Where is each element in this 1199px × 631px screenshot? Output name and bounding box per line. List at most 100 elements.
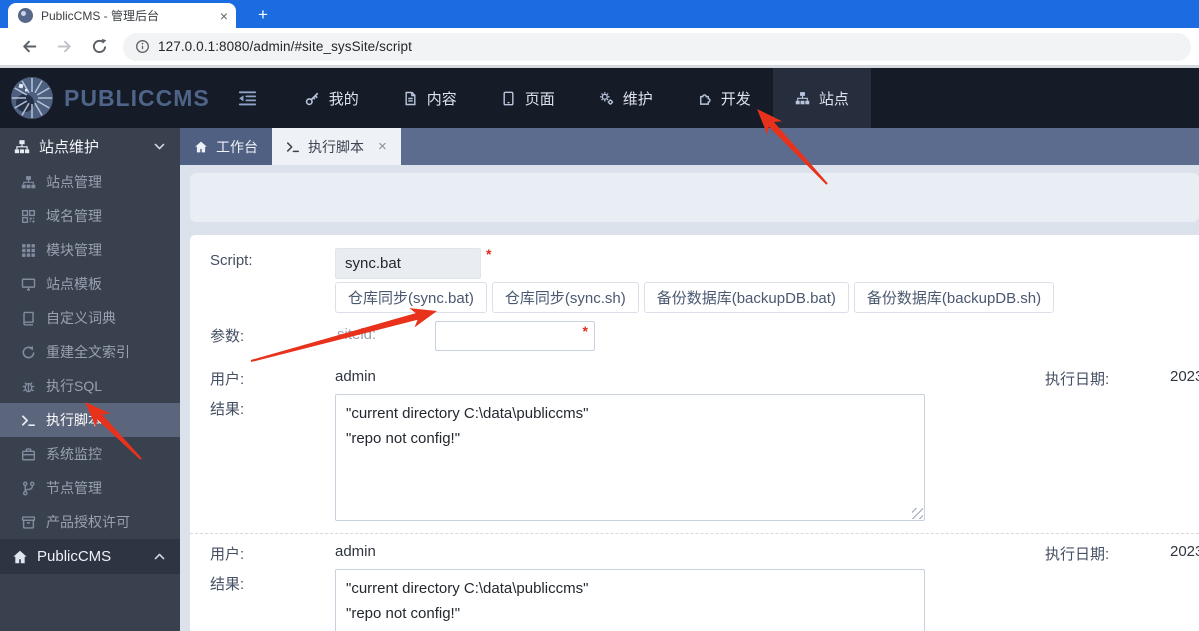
script-button-1[interactable]: 仓库同步(sync.bat): [335, 282, 487, 313]
exec-date-label: 执行日期:: [1045, 546, 1110, 563]
bug-icon: [21, 379, 36, 394]
book-icon: [21, 311, 36, 326]
sidebar-footer-label: PublicCMS: [37, 548, 112, 565]
briefcase-icon: [21, 447, 36, 462]
favicon: [18, 8, 33, 23]
sidebar-item-label: 节点管理: [46, 480, 102, 496]
user-label: 用户:: [210, 371, 245, 388]
info-icon: [135, 39, 150, 54]
browser-tab-title: PublicCMS - 管理后台: [41, 9, 160, 23]
params-field-wrap: *: [435, 321, 595, 351]
home-icon: [12, 549, 28, 565]
sidebar-item-label: 自定义词典: [46, 310, 116, 326]
sidebar-section-label: 站点维护: [39, 139, 100, 156]
close-tab-icon[interactable]: ×: [378, 138, 387, 155]
sidebar-item-site-manage[interactable]: 站点管理: [0, 165, 180, 199]
sidebar-item-label: 执行脚本: [46, 412, 102, 428]
sidebar-item-label: 产品授权许可: [46, 514, 130, 530]
script-button-2[interactable]: 仓库同步(sync.sh): [491, 282, 639, 313]
sidebar-item-rebuild-index[interactable]: 重建全文索引: [0, 335, 180, 369]
nav-item-maintain[interactable]: 维护: [577, 68, 675, 128]
url-text: 127.0.0.1:8080/admin/#site_sysSite/scrip…: [158, 39, 412, 54]
sidebar-item-site-template[interactable]: 站点模板: [0, 267, 180, 301]
toolbar-panel: [190, 173, 1199, 222]
tab-close-icon[interactable]: ×: [220, 8, 228, 24]
sync-icon: [21, 345, 36, 360]
sidebar: 站点维护 站点管理域名管理模块管理站点模板自定义词典重建全文索引执行SQL 执行脚…: [0, 128, 180, 631]
qrcode-icon: [21, 209, 36, 224]
menu-collapse-icon[interactable]: [238, 89, 257, 108]
nav-item-content[interactable]: 内容: [381, 68, 479, 128]
sidebar-item-label: 域名管理: [46, 208, 102, 224]
puzzle-icon: [697, 91, 712, 106]
params-hint: siteid:: [337, 326, 377, 343]
address-bar[interactable]: 127.0.0.1:8080/admin/#site_sysSite/scrip…: [123, 32, 1191, 61]
nav-item-page[interactable]: 页面: [479, 68, 577, 128]
sidebar-section-publiccms[interactable]: PublicCMS: [0, 539, 180, 574]
chevron-up-icon: [153, 550, 166, 563]
sidebar-item-label: 系统监控: [46, 446, 102, 462]
sidebar-item-system-monitor[interactable]: 系统监控: [0, 437, 180, 471]
required-mark: *: [486, 246, 492, 262]
nav-item-label: 维护: [622, 90, 653, 108]
new-tab-button[interactable]: +: [250, 3, 276, 27]
work-tab-workbench[interactable]: 工作台: [180, 128, 272, 165]
sidebar-section-header[interactable]: 站点维护: [0, 128, 180, 165]
forward-icon[interactable]: [56, 38, 73, 55]
script-input[interactable]: [335, 248, 481, 279]
result-block-1: 用户: admin 执行日期: 2023 结果: "current directory C…: [190, 359, 1199, 533]
user-label: 用户:: [210, 546, 245, 563]
params-label: 参数:: [210, 328, 245, 345]
app-header: PUBLICCMS 我的 内容 页面 维护 开发 站点: [0, 68, 1199, 128]
publiccms-logo-icon: [11, 77, 53, 119]
browser-tab-strip: PublicCMS - 管理后台 × +: [0, 0, 1199, 28]
exec-date-value: 2023: [1170, 543, 1199, 560]
grid-icon: [21, 243, 36, 258]
brand-text: PUBLICCMS: [64, 84, 210, 111]
sidebar-item-label: 执行SQL: [46, 378, 103, 394]
header-nav: 我的 内容 页面 维护 开发 站点: [283, 68, 871, 128]
sidebar-menu: 站点管理域名管理模块管理站点模板自定义词典重建全文索引执行SQL 执行脚本系统监控…: [0, 165, 180, 539]
sitemap-icon: [21, 175, 36, 190]
sidebar-item-label: 模块管理: [46, 242, 102, 258]
sidebar-item-exec-script[interactable]: 执行脚本: [0, 403, 180, 437]
exec-date-label: 执行日期:: [1045, 371, 1110, 388]
result-textarea[interactable]: "current directory C:\data\publiccms" "r…: [335, 394, 925, 521]
sidebar-item-domain-manage[interactable]: 域名管理: [0, 199, 180, 233]
back-icon[interactable]: [21, 38, 38, 55]
nav-item-label: 页面: [524, 90, 555, 108]
nav-item-label: 开发: [720, 90, 751, 108]
work-tab-label: 工作台: [216, 138, 258, 155]
sitemap-icon: [795, 91, 810, 106]
sidebar-item-module-manage[interactable]: 模块管理: [0, 233, 180, 267]
required-mark: *: [582, 323, 588, 339]
script-button-4[interactable]: 备份数据库(backupDB.sh): [853, 282, 1055, 313]
refresh-icon[interactable]: [91, 38, 108, 55]
tablet-icon: [501, 91, 516, 106]
work-tab-exec-script[interactable]: 执行脚本 ×: [272, 128, 401, 165]
user-value: admin: [335, 543, 376, 560]
exec-date-value: 2023: [1170, 368, 1199, 385]
browser-toolbar: 127.0.0.1:8080/admin/#site_sysSite/scrip…: [0, 28, 1199, 65]
result-label: 结果:: [210, 401, 245, 418]
content-area: Script: * 仓库同步(sync.bat)仓库同步(sync.sh)备份数…: [180, 165, 1199, 631]
nav-item-site[interactable]: 站点: [772, 68, 871, 128]
work-tab-label: 执行脚本: [308, 138, 364, 155]
sidebar-item-node-manage[interactable]: 节点管理: [0, 471, 180, 505]
sidebar-item-label: 站点管理: [46, 174, 102, 190]
result-label: 结果:: [210, 576, 245, 593]
nav-item-my[interactable]: 我的: [283, 68, 381, 128]
terminal-icon: [21, 413, 36, 428]
sidebar-item-label: 站点模板: [46, 276, 102, 292]
script-label: Script:: [210, 252, 253, 269]
sitemap-icon: [14, 139, 30, 155]
nav-item-dev[interactable]: 开发: [675, 68, 773, 128]
script-button-3[interactable]: 备份数据库(backupDB.bat): [643, 282, 849, 313]
result-textarea[interactable]: "current directory C:\data\publiccms" "r…: [335, 569, 925, 631]
gears-icon: [599, 91, 614, 106]
sidebar-item-license[interactable]: 产品授权许可: [0, 505, 180, 539]
browser-tab[interactable]: PublicCMS - 管理后台 ×: [8, 3, 236, 28]
sidebar-item-custom-dict[interactable]: 自定义词典: [0, 301, 180, 335]
params-input[interactable]: [435, 321, 595, 351]
sidebar-item-exec-sql[interactable]: 执行SQL: [0, 369, 180, 403]
